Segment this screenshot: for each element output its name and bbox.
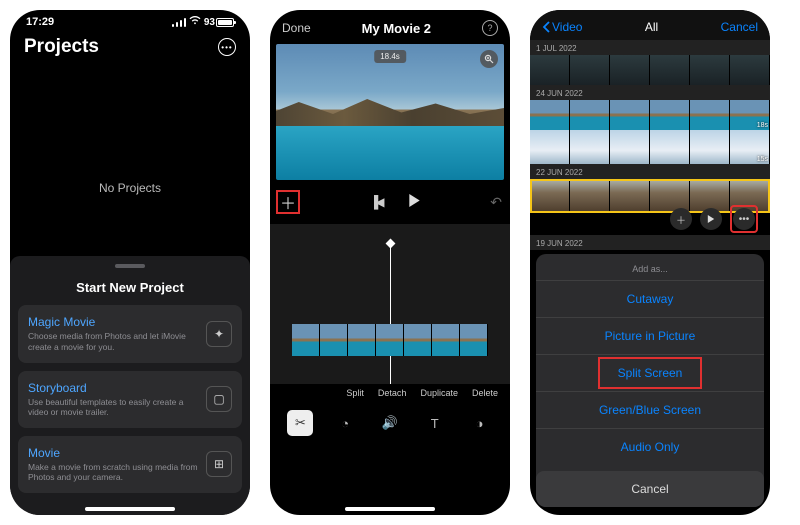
editor-toolbar: ✂ ◔ 🔊 T ◑ bbox=[270, 400, 510, 450]
playback-controls: ＋ ▐◀ ↶ bbox=[270, 180, 510, 224]
card-title: Magic Movie bbox=[28, 315, 198, 329]
signal-icon bbox=[172, 18, 186, 27]
card-sub: Choose media from Photos and let iMovie … bbox=[28, 331, 198, 352]
tab-all[interactable]: All bbox=[645, 20, 658, 34]
clip-floating-controls: ＋ ••• bbox=[670, 205, 758, 233]
card-magic-movie[interactable]: Magic Movie Choose media from Photos and… bbox=[18, 305, 242, 362]
preview-time: 18.4s bbox=[374, 50, 406, 63]
sheet-cancel[interactable]: Cancel bbox=[536, 471, 764, 507]
action-duplicate[interactable]: Duplicate bbox=[420, 388, 458, 398]
storyboard-icon: ▢ bbox=[206, 386, 232, 412]
status-right: 93 bbox=[172, 16, 234, 28]
clip-duration: 15s bbox=[757, 156, 768, 163]
help-icon[interactable]: ? bbox=[482, 20, 498, 36]
skip-back-icon[interactable]: ▐◀ bbox=[370, 195, 382, 209]
card-title: Storyboard bbox=[28, 381, 198, 395]
thumb-row[interactable] bbox=[530, 100, 770, 130]
add-clip-icon[interactable]: ＋ bbox=[670, 208, 692, 230]
play-icon[interactable] bbox=[408, 194, 421, 210]
filter-icon[interactable]: ◑ bbox=[467, 410, 493, 436]
thumb-row[interactable] bbox=[530, 55, 770, 85]
timeline-clip[interactable] bbox=[292, 324, 488, 356]
card-movie[interactable]: Movie Make a movie from scratch using me… bbox=[18, 436, 242, 493]
text-icon[interactable]: T bbox=[422, 410, 448, 436]
section-date: 1 JUL 2022 bbox=[530, 40, 770, 55]
wifi-icon bbox=[189, 16, 201, 28]
section-date: 24 JUN 2022 bbox=[530, 85, 770, 100]
card-sub: Make a movie from scratch using media fr… bbox=[28, 462, 198, 483]
option-split-screen[interactable]: Split Screen bbox=[536, 354, 764, 391]
video-preview[interactable]: 18.4s bbox=[276, 44, 504, 180]
more-options-icon[interactable]: ••• bbox=[733, 208, 755, 230]
option-green-screen[interactable]: Green/Blue Screen bbox=[536, 391, 764, 428]
status-bar: 17:29 93 bbox=[10, 10, 250, 30]
new-project-sheet: Start New Project Magic Movie Choose med… bbox=[10, 256, 250, 515]
status-time: 17:29 bbox=[26, 16, 54, 28]
sheet-handle[interactable] bbox=[115, 264, 145, 268]
section-date: 22 JUN 2022 bbox=[530, 164, 770, 179]
movie-icon: ⊞ bbox=[206, 451, 232, 477]
option-cutaway[interactable]: Cutaway bbox=[536, 280, 764, 317]
picker-header: Video All Cancel bbox=[530, 10, 770, 40]
add-media-button[interactable]: ＋ bbox=[276, 190, 300, 214]
card-storyboard[interactable]: Storyboard Use beautiful templates to ea… bbox=[18, 371, 242, 428]
option-audio-only[interactable]: Audio Only bbox=[536, 428, 764, 465]
sheet-title: Start New Project bbox=[18, 280, 242, 295]
add-as-sheet: Add as... Cutaway Picture in Picture Spl… bbox=[536, 254, 764, 507]
page-title: Projects bbox=[24, 36, 99, 58]
thumb-row[interactable] bbox=[530, 130, 770, 164]
card-title: Movie bbox=[28, 446, 198, 460]
empty-state: No Projects bbox=[10, 181, 250, 195]
zoom-icon[interactable] bbox=[480, 50, 498, 68]
phone-projects: 17:29 93 Projects ••• No Projects Start … bbox=[10, 10, 250, 515]
action-delete[interactable]: Delete bbox=[472, 388, 498, 398]
cancel-button[interactable]: Cancel bbox=[721, 20, 758, 34]
timeline[interactable] bbox=[270, 224, 510, 384]
phone-media-picker: Video All Cancel 1 JUL 2022 24 JUN 2022 … bbox=[530, 10, 770, 515]
editor-header: Done My Movie 2 ? bbox=[270, 10, 510, 44]
action-split[interactable]: Split bbox=[346, 388, 364, 398]
project-title: My Movie 2 bbox=[362, 21, 431, 36]
back-button[interactable]: Video bbox=[542, 20, 582, 34]
section-date: 19 JUN 2022 bbox=[530, 235, 770, 250]
sheet-header: Add as... bbox=[536, 254, 764, 280]
phone-editor: Done My Movie 2 ? 18.4s ＋ ▐◀ ↶ Split Det… bbox=[270, 10, 510, 515]
option-pip[interactable]: Picture in Picture bbox=[536, 317, 764, 354]
home-indicator[interactable] bbox=[85, 507, 175, 511]
magic-wand-icon: ✦ bbox=[206, 321, 232, 347]
play-clip-icon[interactable] bbox=[700, 208, 722, 230]
battery-icon: 93 bbox=[204, 17, 234, 28]
more-options-highlight: ••• bbox=[730, 205, 758, 233]
volume-icon[interactable]: 🔊 bbox=[377, 410, 403, 436]
playhead[interactable] bbox=[390, 244, 391, 384]
home-indicator[interactable] bbox=[345, 507, 435, 511]
undo-icon[interactable]: ↶ bbox=[490, 194, 502, 211]
speed-icon[interactable]: ◔ bbox=[332, 410, 358, 436]
card-sub: Use beautiful templates to easily create… bbox=[28, 397, 198, 418]
clip-actions: Split Detach Duplicate Delete bbox=[270, 384, 510, 400]
action-detach[interactable]: Detach bbox=[378, 388, 407, 398]
scissors-icon[interactable]: ✂ bbox=[287, 410, 313, 436]
clip-duration: 18s bbox=[757, 122, 768, 129]
done-button[interactable]: Done bbox=[282, 21, 311, 35]
more-icon[interactable]: ••• bbox=[218, 38, 236, 56]
chevron-left-icon bbox=[542, 21, 550, 33]
projects-header: Projects ••• bbox=[10, 30, 250, 66]
